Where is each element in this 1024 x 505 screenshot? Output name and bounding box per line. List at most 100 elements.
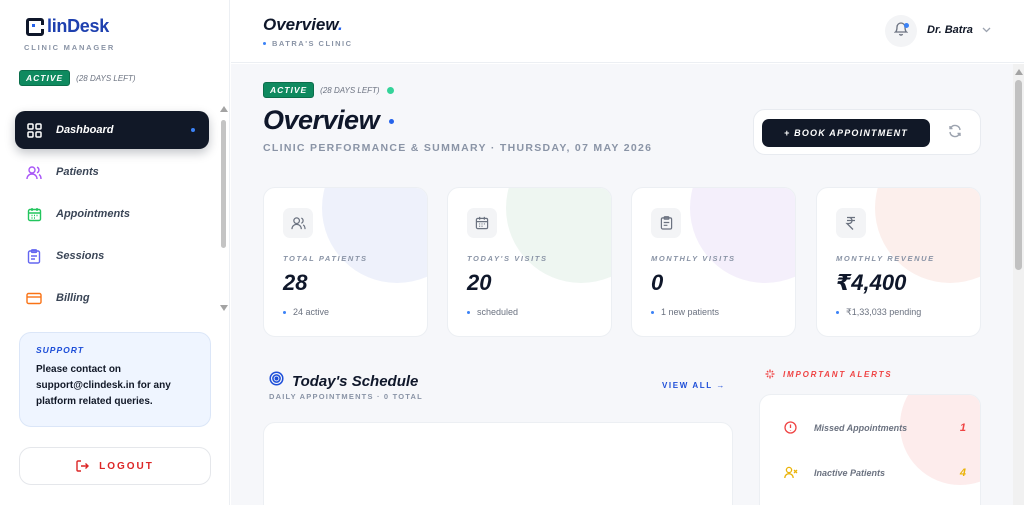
grid-icon: [26, 122, 42, 138]
schedule-subtitle: DAILY APPOINTMENTS · 0 TOTAL: [269, 392, 423, 401]
main-scrollbar[interactable]: [1013, 64, 1024, 505]
stat-value: 20: [467, 270, 492, 295]
sidebar-item-label: Dashboard: [56, 124, 114, 136]
card-decoration: [506, 188, 611, 283]
stats-cards: TOTAL PATIENTS 28 24 active TODAY'S VISI…: [263, 187, 981, 337]
sparkle-icon: [765, 369, 775, 379]
brand-logo[interactable]: ClinDesk: [26, 16, 109, 37]
sidebar-item-appointments[interactable]: Appointments: [15, 195, 209, 233]
sidebar: ClinDesk CLINIC MANAGER ACTIVE (28 DAYS …: [0, 0, 230, 505]
stat-value: ₹4,400: [836, 270, 907, 295]
card-icon: [26, 290, 42, 306]
bullet-dot: [651, 310, 654, 314]
stat-value: 0: [651, 270, 664, 295]
notifications-button[interactable]: [885, 15, 917, 47]
sidebar-item-patients[interactable]: Patients: [15, 153, 209, 191]
stat-value: 28: [283, 270, 308, 295]
alert-circle-icon: [784, 421, 798, 434]
stat-label: MONTHLY VISITS: [651, 254, 736, 263]
brand-subtitle: CLINIC MANAGER: [24, 43, 116, 52]
target-icon: [269, 371, 284, 391]
logout-icon: [76, 460, 90, 472]
clindesk-logo-icon: [26, 17, 45, 36]
bullet-dot: [263, 42, 266, 45]
chevron-down-icon: [982, 27, 991, 33]
user-menu[interactable]: Dr. Batra: [927, 24, 991, 36]
active-indicator-dot: [191, 128, 195, 132]
bullet-dot: [836, 311, 839, 314]
main-status: ACTIVE (28 DAYS LEFT): [263, 82, 394, 98]
sidebar-item-label: Sessions: [56, 250, 105, 262]
users-icon: [26, 164, 42, 180]
card-decoration: [322, 188, 427, 283]
sidebar-item-sessions[interactable]: Sessions: [15, 237, 209, 275]
scroll-up-icon[interactable]: [220, 106, 228, 112]
clipboard-icon: [26, 248, 42, 264]
sidebar-scrollbar[interactable]: [220, 106, 228, 311]
calendar-icon: [467, 208, 497, 238]
stat-label: TODAY'S VISITS: [467, 254, 548, 263]
card-decoration: [875, 188, 980, 283]
main-content: ACTIVE (28 DAYS LEFT) Overview CLINIC PE…: [231, 64, 1013, 505]
title-dot: [389, 119, 395, 125]
sidebar-item-label: Patients: [56, 166, 99, 178]
sidebar-item-label: Appointments: [56, 208, 130, 220]
scroll-down-icon[interactable]: [220, 305, 228, 311]
stat-label: MONTHLY REVENUE: [836, 254, 935, 263]
view-all-link[interactable]: VIEW ALL →: [662, 381, 726, 390]
days-left-text: (28 DAYS LEFT): [320, 85, 380, 95]
stat-footnote: scheduled: [477, 307, 519, 317]
stat-label: TOTAL PATIENTS: [283, 254, 368, 263]
alert-label: Missed Appointments: [814, 422, 908, 433]
days-left-text: (28 DAYS LEFT): [76, 73, 136, 83]
page-subtitle: CLINIC PERFORMANCE & SUMMARY · THURSDAY,…: [263, 142, 653, 154]
stat-card-monthly-visits[interactable]: MONTHLY VISITS 0 1 new patients: [631, 187, 796, 337]
calendar-icon: [26, 206, 42, 222]
alert-label: Inactive Patients: [814, 467, 886, 478]
notification-dot: [904, 23, 909, 28]
subscription-status: ACTIVE (28 DAYS LEFT): [19, 70, 136, 86]
book-appointment-button[interactable]: + BOOK APPOINTMENT: [762, 119, 930, 147]
online-dot: [386, 86, 394, 94]
stat-footnote: 24 active: [293, 307, 330, 317]
support-title: SUPPORT: [36, 345, 84, 355]
sidebar-nav: Dashboard Patients Appointments Sessions: [15, 111, 209, 321]
alert-missed-appointments[interactable]: Missed Appointments 1: [784, 421, 966, 434]
scrollbar-thumb[interactable]: [1015, 80, 1022, 270]
schedule-panel: [263, 422, 733, 505]
sidebar-item-dashboard[interactable]: Dashboard: [15, 111, 209, 149]
bullet-dot: [283, 310, 286, 314]
sidebar-item-label: Billing: [56, 292, 90, 304]
card-decoration: [690, 188, 795, 283]
logout-button[interactable]: LOGOUT: [19, 447, 211, 485]
action-bar: + BOOK APPOINTMENT: [753, 109, 981, 155]
alerts-panel: Missed Appointments 1 Inactive Patients …: [759, 394, 981, 505]
users-icon: [283, 208, 313, 238]
brand-name: linDesk: [47, 16, 109, 36]
alert-count: 1: [959, 421, 966, 434]
support-card: SUPPORT Please contact on support@clinde…: [19, 332, 211, 427]
scrollbar-thumb[interactable]: [221, 120, 226, 248]
alerts-title: IMPORTANT ALERTS: [783, 369, 893, 379]
stat-card-total-patients[interactable]: TOTAL PATIENTS 28 24 active: [263, 187, 428, 337]
logout-label: LOGOUT: [99, 460, 154, 472]
stat-card-todays-visits[interactable]: TODAY'S VISITS 20 scheduled: [447, 187, 612, 337]
sidebar-item-billing[interactable]: Billing: [15, 279, 209, 317]
alert-count: 4: [959, 466, 966, 479]
clinic-name: BATRA'S CLINIC: [272, 39, 353, 48]
support-text: Please contact on support@clindesk.in fo…: [36, 364, 171, 407]
header-title: Overview: [263, 15, 338, 34]
stat-footnote: 1 new patients: [661, 307, 720, 317]
scroll-up-icon[interactable]: [1015, 69, 1023, 75]
alert-inactive-patients[interactable]: Inactive Patients 4: [784, 466, 966, 479]
refresh-button[interactable]: [944, 122, 966, 144]
refresh-icon: [948, 124, 962, 143]
stat-footnote: ₹1,33,033 pending: [846, 307, 922, 317]
bullet-dot: [467, 310, 470, 314]
stat-card-monthly-revenue[interactable]: MONTHLY REVENUE ₹4,400 ₹1,33,033 pending: [816, 187, 981, 337]
user-name: Dr. Batra: [927, 24, 973, 36]
schedule-title: Today's Schedule: [292, 372, 419, 390]
title-dot: .: [337, 15, 343, 34]
status-badge: ACTIVE: [19, 70, 71, 86]
clipboard-icon: [651, 208, 681, 238]
